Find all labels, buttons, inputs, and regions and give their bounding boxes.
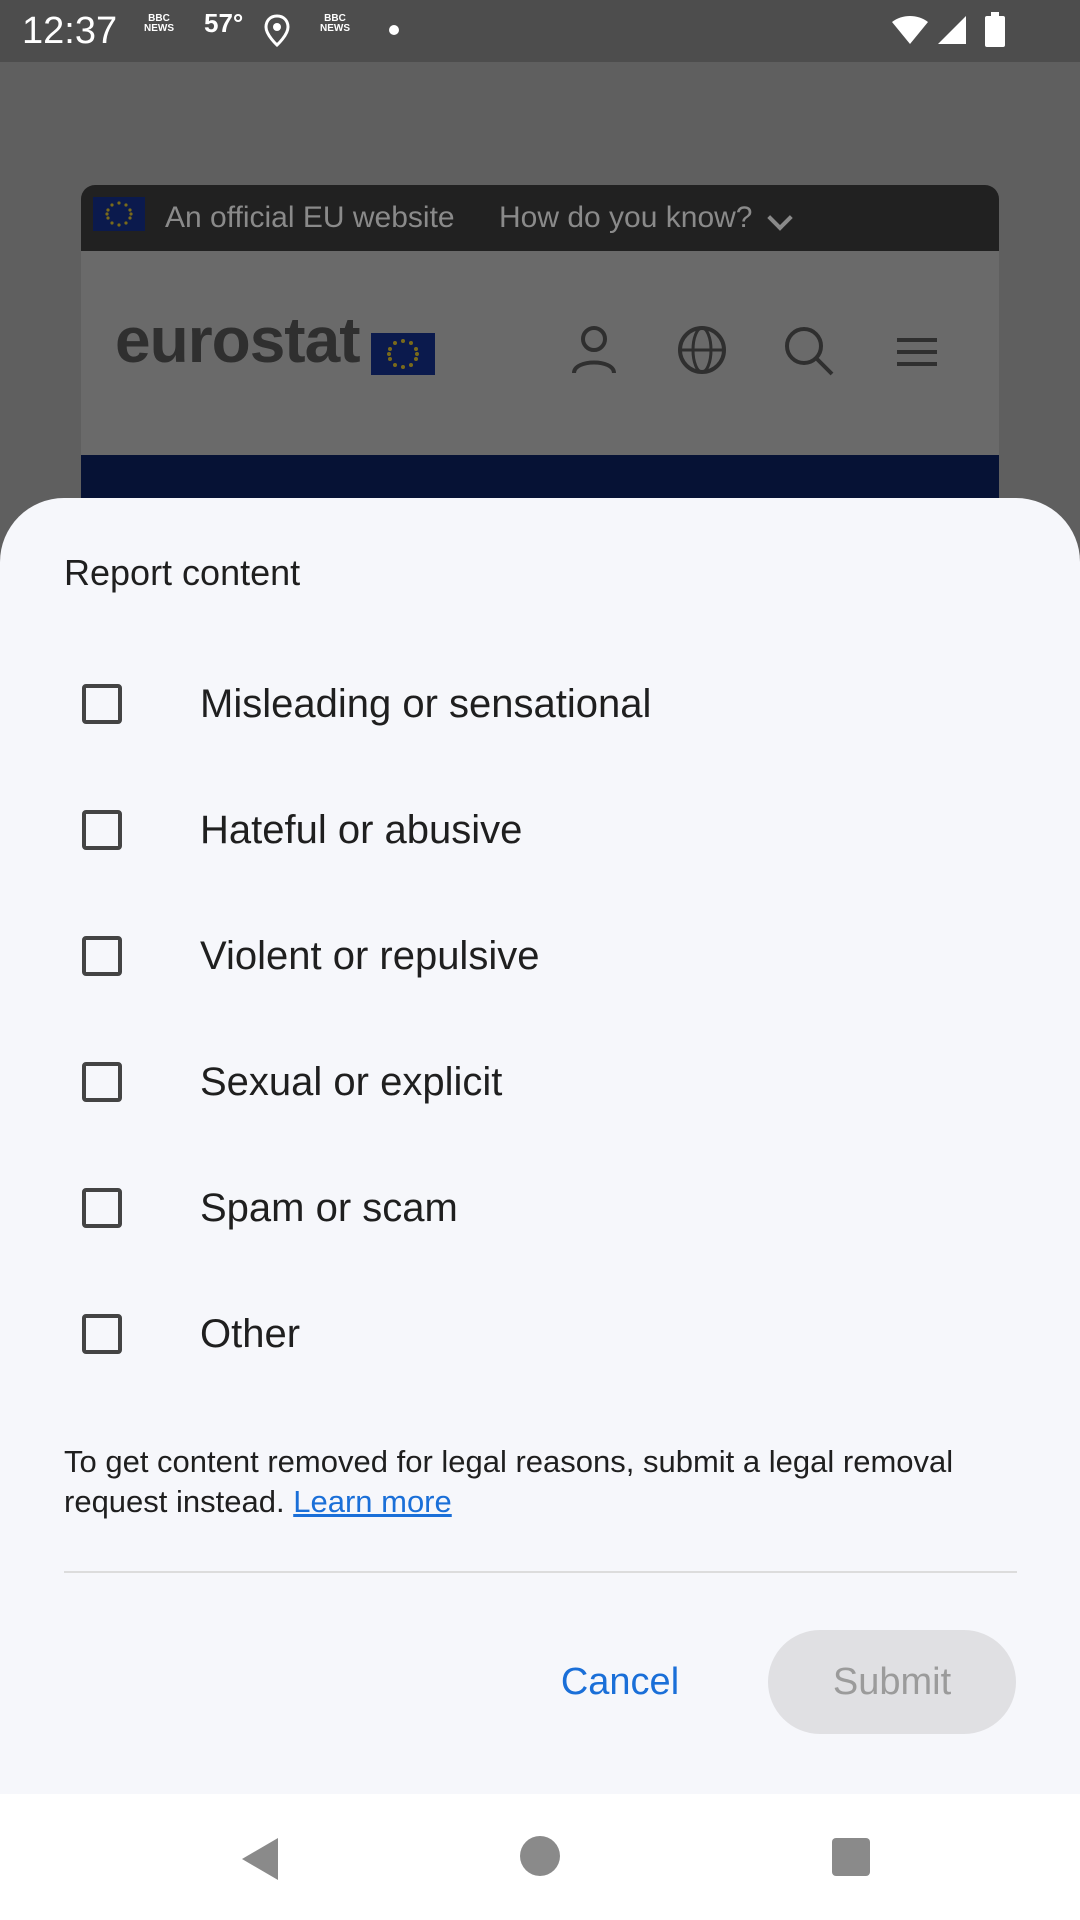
divider: [64, 1571, 1017, 1573]
background-webpage: An official EU website How do you know? …: [81, 185, 999, 515]
hamburger-menu-icon: [895, 337, 939, 372]
status-bar: 12:37 BBC NEWS 57° BBC NEWS: [0, 0, 1080, 62]
navigation-bar: [0, 1794, 1080, 1920]
chevron-down-icon: [767, 205, 793, 231]
sheet-title: Report content: [64, 552, 301, 593]
option-sexual[interactable]: Sexual or explicit: [0, 1028, 1080, 1138]
back-icon[interactable]: [238, 1836, 282, 1887]
recent-apps-icon[interactable]: [832, 1838, 870, 1876]
checkbox[interactable]: [82, 810, 122, 850]
location-icon: [264, 14, 290, 50]
checkbox[interactable]: [82, 1062, 122, 1102]
eu-banner-text: An official EU website: [165, 201, 455, 234]
option-violent[interactable]: Violent or repulsive: [0, 902, 1080, 1012]
checkbox[interactable]: [82, 936, 122, 976]
option-label: Violent or repulsive: [200, 934, 540, 978]
option-label: Sexual or explicit: [200, 1060, 503, 1104]
eu-flag-logo-icon: [371, 333, 435, 375]
legal-text: To get content removed for legal reasons…: [64, 1444, 954, 1519]
checkbox[interactable]: [82, 1314, 122, 1354]
globe-icon: [677, 325, 727, 380]
cancel-button[interactable]: Cancel: [540, 1630, 700, 1734]
checkbox[interactable]: [82, 1188, 122, 1228]
eu-flag-icon: [93, 197, 145, 231]
legal-removal-notice: To get content removed for legal reasons…: [64, 1442, 964, 1522]
option-spam[interactable]: Spam or scam: [0, 1154, 1080, 1264]
checkbox[interactable]: [82, 684, 122, 724]
notification-dot-icon: [388, 24, 400, 38]
submit-button[interactable]: Submit: [768, 1630, 1016, 1734]
learn-more-link[interactable]: Learn more: [293, 1484, 452, 1519]
search-icon: [783, 325, 835, 382]
bbc-news-icon-2: BBC NEWS: [320, 13, 350, 34]
option-hateful[interactable]: Hateful or abusive: [0, 776, 1080, 886]
wifi-icon: [890, 14, 930, 48]
eurostat-logo: eurostat: [115, 304, 360, 376]
option-label: Hateful or abusive: [200, 808, 523, 852]
option-label: Spam or scam: [200, 1186, 458, 1230]
user-icon: [571, 325, 617, 380]
signal-icon: [936, 14, 968, 48]
eu-banner-link: How do you know?: [499, 201, 753, 234]
report-content-sheet: Report content Misleading or sensational…: [0, 498, 1080, 1794]
option-label: Other: [200, 1312, 301, 1356]
battery-icon: [984, 12, 1006, 50]
eu-banner: An official EU website How do you know?: [81, 185, 999, 251]
home-icon[interactable]: [520, 1836, 560, 1876]
bbc-news-icon: BBC NEWS: [144, 13, 174, 34]
temperature-readout: 57°: [204, 8, 244, 38]
option-other[interactable]: Other: [0, 1280, 1080, 1390]
status-time: 12:37: [22, 10, 118, 52]
option-label: Misleading or sensational: [200, 682, 652, 726]
option-misleading[interactable]: Misleading or sensational: [0, 650, 1080, 760]
